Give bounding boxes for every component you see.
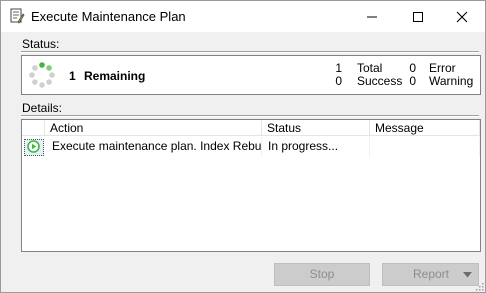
success-count: 0 — [335, 74, 342, 88]
details-divider — [21, 115, 479, 117]
minimize-button[interactable] — [349, 1, 395, 32]
row-action: Execute maintenance plan. Index Rebuil..… — [46, 137, 262, 157]
column-header-icon[interactable] — [22, 120, 45, 136]
details-header: Action Status Message — [22, 120, 480, 137]
stop-button[interactable]: Stop — [274, 263, 370, 286]
close-icon — [456, 11, 468, 22]
total-label: Total — [357, 61, 383, 75]
maximize-button[interactable] — [395, 1, 441, 32]
maximize-icon — [413, 11, 423, 22]
report-button[interactable]: Report — [382, 263, 479, 286]
error-count: 0 — [409, 61, 416, 75]
title-bar: Execute Maintenance Plan — [1, 1, 485, 32]
progress-spinner-icon — [29, 62, 55, 88]
resize-grip-icon[interactable] — [474, 281, 484, 291]
remaining-label: Remaining — [84, 69, 146, 83]
column-header-message[interactable]: Message — [370, 120, 480, 136]
dropdown-arrow-icon[interactable] — [463, 272, 472, 278]
close-button[interactable] — [439, 1, 485, 32]
total-count: 1 — [335, 61, 342, 75]
plan-icon — [10, 8, 25, 24]
row-icon-cell — [22, 137, 46, 157]
details-section-label: Details: — [22, 101, 63, 115]
warning-count: 0 — [409, 74, 416, 88]
column-header-status[interactable]: Status — [262, 120, 370, 136]
details-list[interactable]: Action Status Message Execute maintenanc… — [21, 119, 481, 252]
column-header-action[interactable]: Action — [45, 120, 262, 136]
success-label: Success — [357, 74, 403, 88]
status-panel: 1 Remaining 1 Total 0 Success 0 Error 0 … — [21, 55, 481, 95]
row-status: In progress... — [262, 137, 370, 157]
window-title: Execute Maintenance Plan — [31, 9, 186, 24]
status-section-label: Status: — [22, 37, 60, 51]
warning-label: Warning — [429, 74, 474, 88]
execute-maintenance-plan-window: Execute Maintenance Plan Status: 1 Remai… — [0, 0, 486, 293]
table-row[interactable]: Execute maintenance plan. Index Rebuil..… — [22, 137, 480, 157]
row-message — [370, 137, 480, 157]
status-divider — [21, 51, 479, 53]
running-icon — [27, 140, 40, 153]
error-label: Error — [429, 61, 456, 75]
remaining-count: 1 — [69, 69, 76, 83]
minimize-icon — [367, 16, 377, 17]
